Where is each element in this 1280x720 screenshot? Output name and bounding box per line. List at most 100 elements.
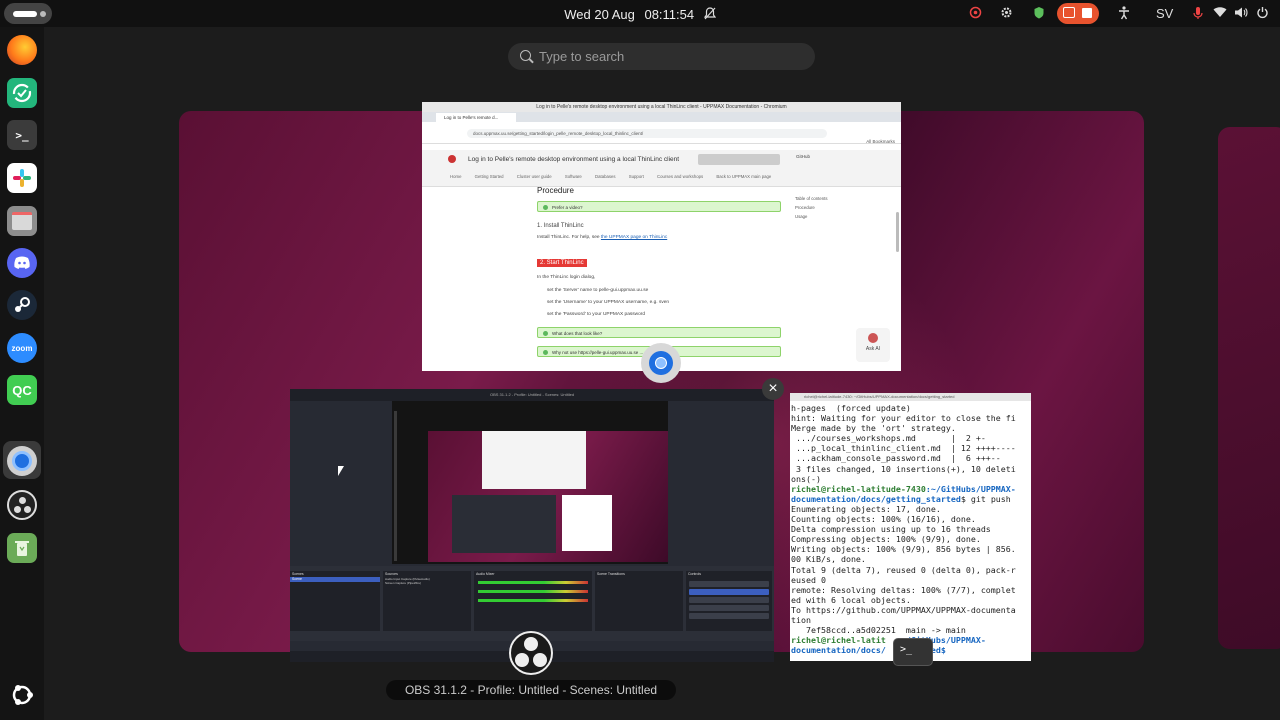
preview-dock: [394, 411, 397, 561]
clock-day: Wed 20 Aug: [564, 7, 635, 22]
url-bar: docs.uppmax.uu.se/getting_started/login_…: [422, 123, 901, 144]
ask-ai-icon: [868, 333, 878, 343]
site-header: Log in to Pelle's remote desktop environ…: [422, 150, 901, 187]
obs-docks: Scenes Scene Sources Audio Input Capture…: [290, 566, 774, 641]
keyboard-layout[interactable]: SV: [1156, 6, 1173, 21]
search-input[interactable]: Type to search: [539, 49, 624, 64]
terminal-line: ed with 6 local objects.: [791, 594, 911, 605]
software-updater-icon[interactable]: [7, 78, 37, 108]
start-streaming-button[interactable]: [689, 581, 769, 587]
scrollbar[interactable]: [896, 212, 899, 252]
screenshot-admonition[interactable]: What does that look like?: [537, 327, 781, 338]
zoom-icon[interactable]: zoom: [7, 333, 37, 363]
all-bookmarks[interactable]: All Bookmarks: [866, 139, 895, 144]
nav-courses[interactable]: Courses and workshops: [657, 174, 703, 179]
discord-icon[interactable]: [7, 248, 37, 278]
github-link[interactable]: GitHub: [796, 154, 810, 159]
terminal-line: Delta compression using up to 16 threads: [791, 524, 991, 535]
address-input[interactable]: docs.uppmax.uu.se/getting_started/login_…: [467, 129, 827, 138]
site-search-input[interactable]: [698, 154, 780, 165]
qtcreator-icon[interactable]: QC: [7, 375, 37, 405]
stop-record-icon[interactable]: [1082, 8, 1092, 18]
source-item[interactable]: Screen Capture (PipeWire): [383, 581, 471, 585]
video-admonition[interactable]: Prefer a video?: [537, 201, 781, 212]
preview-obs: [452, 495, 556, 553]
transitions-panel: Scene Transitions: [595, 571, 683, 631]
chromium-icon[interactable]: [7, 446, 37, 476]
terminal-line: Compressing objects: 100% (9/9), done.: [791, 534, 981, 545]
next-workspace-thumbnail[interactable]: [1218, 127, 1280, 649]
dock: >_ zoom QC: [0, 27, 44, 720]
search-bar[interactable]: Type to search: [508, 43, 815, 70]
terminal-line: ...ackham_console_password.md | 6 +++--: [791, 453, 1001, 464]
nav-software[interactable]: Software: [565, 174, 582, 179]
network-cloud-icon[interactable]: [969, 6, 982, 22]
slack-icon[interactable]: [7, 163, 37, 193]
audio-mixer-panel: Audio Mixer: [474, 571, 592, 631]
shield-icon[interactable]: [1033, 6, 1045, 22]
audio-meter: [478, 590, 588, 593]
toc-item-usage[interactable]: Usage: [795, 212, 828, 221]
obs-icon[interactable]: [7, 490, 37, 520]
clock-time: 08:11:54: [644, 7, 695, 22]
trash-icon[interactable]: [7, 533, 37, 563]
steam-icon[interactable]: [7, 290, 37, 320]
audio-meter: [478, 599, 588, 602]
microphone-icon[interactable]: [1193, 6, 1203, 23]
nav-support[interactable]: Support: [629, 174, 644, 179]
terminal-line: eused 0: [791, 574, 826, 585]
toc-item-procedure[interactable]: Procedure: [795, 203, 828, 212]
nav-back-main[interactable]: Back to UPPMAX main page: [716, 174, 771, 179]
audio-meter: [478, 581, 588, 584]
studio-mode-button[interactable]: [689, 605, 769, 611]
accessibility-icon[interactable]: [1118, 6, 1130, 23]
nav-cluster-guide[interactable]: Cluster user guide: [517, 174, 552, 179]
wifi-icon[interactable]: [1213, 6, 1227, 21]
terminal-window[interactable]: richel@richel-latitude-7430: ~/GitHubs/U…: [790, 393, 1031, 661]
browser-tab[interactable]: Log in to Pelle's remote d...: [436, 113, 516, 122]
nav-getting-started[interactable]: Getting Started: [475, 174, 504, 179]
scene-item[interactable]: Scene: [290, 577, 380, 582]
virtual-camera-button[interactable]: [689, 597, 769, 603]
terminal-line: ...p_local_thinlinc_client.md | 12 ++++-…: [791, 443, 1016, 454]
terminal-prompt: richel@richel-latitude-7430:~/GitHubs/UP…: [791, 484, 1030, 494]
notifications-off-icon: [703, 7, 716, 23]
settings-button[interactable]: [689, 613, 769, 619]
ubuntu-icon[interactable]: [7, 680, 37, 710]
close-window-button[interactable]: ×: [762, 378, 784, 400]
screen-record-icon: [1063, 7, 1075, 18]
terminal-line: Merge made by the 'ort' strategy.: [791, 423, 956, 434]
terminal-icon[interactable]: >_: [7, 120, 37, 150]
obs-app-icon: [509, 631, 553, 675]
cog-icon[interactable]: [1000, 6, 1013, 22]
transitions-header: Scene Transitions: [597, 572, 625, 576]
step1-text-prefix: Install ThinLinc. For help, see: [537, 235, 601, 240]
terminal-line: .../courses_workshops.md | 2 +-: [791, 433, 986, 444]
ask-ai-button[interactable]: Ask AI: [856, 328, 890, 362]
preview-terminal: [562, 495, 612, 551]
terminal-line: 7ef58ccd..a5d02251 main -> main: [791, 625, 966, 636]
site-title: Log in to Pelle's remote desktop environ…: [468, 156, 680, 163]
firefox-icon[interactable]: [7, 35, 37, 65]
chromium-window[interactable]: Log in to Pelle's remote desktop environ…: [422, 102, 901, 371]
terminal-line: ons(-): [791, 473, 821, 484]
table-of-contents: Table of contents Procedure Usage: [795, 194, 828, 221]
preview-browser: [482, 431, 586, 489]
stop-recording-button[interactable]: [689, 589, 769, 595]
screen-record-indicator[interactable]: [1057, 3, 1099, 24]
obs-window[interactable]: OBS 31.1.2 - Profile: Untitled - Scenes:…: [290, 389, 774, 662]
terminal-line: Total 9 (delta 7), reused 0 (delta 0), p…: [791, 564, 1016, 575]
prompt-path: documentation/docs/: [791, 645, 886, 656]
page-content: Procedure Prefer a video? 1. Install Thi…: [537, 186, 787, 357]
power-icon[interactable]: [1256, 6, 1269, 22]
prompt-path: :~/GitHubs/UPPMAX-: [925, 483, 1016, 494]
files-icon[interactable]: [7, 206, 37, 236]
prompt-path: documentation/docs/getting_started: [791, 493, 961, 504]
procedure-heading: Procedure: [537, 186, 574, 195]
terminal-prompt: documentation/docs/getting_started$ git …: [791, 494, 1030, 504]
volume-icon[interactable]: [1234, 6, 1248, 22]
thinlinc-link[interactable]: the UPPMAX page on ThinLinc: [601, 235, 667, 240]
nav-databases[interactable]: Databases: [595, 174, 616, 179]
terminal-line: Writing objects: 100% (9/9), 856 bytes |…: [791, 544, 1016, 555]
nav-home[interactable]: Home: [450, 174, 461, 179]
